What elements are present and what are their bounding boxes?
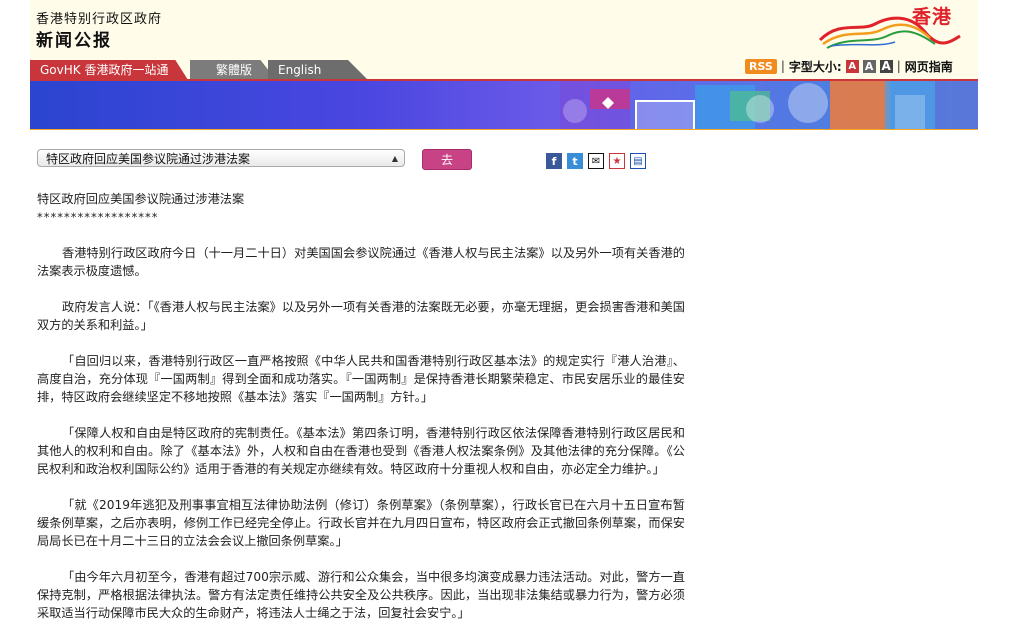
gov-name: 香港特别行政区政府 bbox=[36, 12, 163, 27]
select-value: 特区政府回应美国参议院通过涉港法案 bbox=[46, 152, 251, 166]
title-separator: ****************** bbox=[37, 210, 159, 224]
article-paragraph: 「由今年六月初至今，香港有超过700宗示威、游行和公众集会，当中很多均演变成暴力… bbox=[37, 570, 685, 620]
article-title: 特区政府回应美国参议院通过涉港法案 bbox=[37, 192, 245, 206]
banner-image bbox=[30, 81, 978, 130]
facebook-icon[interactable]: f bbox=[546, 153, 562, 169]
rss-button[interactable]: RSS bbox=[745, 58, 777, 74]
site-header: 香港特别行政区政府 新闻公报 香港 GovHK 香港政府一站通 繁體版 Engl… bbox=[0, 0, 1034, 130]
article-body: 特区政府回应美国参议院通过涉港法案 ****************** 香港特… bbox=[37, 190, 685, 640]
share-toolbar: f t ✉ ★ ▤ bbox=[546, 153, 646, 169]
font-small-button[interactable]: A bbox=[845, 59, 859, 73]
chevron-updown-icon: ▲ bbox=[391, 154, 398, 163]
print-icon[interactable]: ▤ bbox=[630, 153, 646, 169]
site-title[interactable]: 新闻公报 bbox=[36, 26, 112, 51]
site-guide-link[interactable]: 网页指南 bbox=[905, 58, 953, 75]
font-large-button[interactable]: A bbox=[879, 59, 893, 73]
banner-graphic bbox=[560, 81, 935, 130]
separator: | bbox=[896, 59, 901, 73]
font-size-label: 字型大小: bbox=[788, 59, 842, 74]
email-icon[interactable]: ✉ bbox=[588, 153, 604, 169]
bookmark-icon[interactable]: ★ bbox=[609, 153, 625, 169]
article-paragraph: 「就《2019年逃犯及刑事事宜相互法律协助法例（修订）条例草案》（条例草案），行… bbox=[37, 498, 685, 548]
logo-text: 香港 bbox=[912, 6, 953, 28]
separator: | bbox=[780, 59, 785, 73]
article-paragraph: 「自回归以来，香港特别行政区一直严格按照《中华人民共和国香港特别行政区基本法》的… bbox=[37, 354, 685, 404]
tab-govhk[interactable]: GovHK 香港政府一站通 bbox=[30, 60, 188, 80]
article-paragraph: 香港特别行政区政府今日（十一月二十日）对美国国会参议院通过《香港人权与民主法案》… bbox=[37, 246, 685, 278]
press-release-select[interactable]: 特区政府回应美国参议院通过涉港法案 ▲ bbox=[37, 149, 405, 167]
go-button[interactable]: 去 bbox=[422, 149, 472, 170]
article-paragraph: 政府发言人说：「《香港人权与民主法案》以及另外一项有关香港的法案既无必要，亦毫无… bbox=[37, 300, 685, 332]
toolbar: RSS | 字型大小: A A A | 网页指南 bbox=[745, 58, 953, 74]
twitter-icon[interactable]: t bbox=[567, 153, 583, 169]
font-medium-button[interactable]: A bbox=[862, 59, 876, 73]
article-paragraph: 「保障人权和自由是特区政府的宪制责任。《基本法》第四条订明，香港特别行政区依法保… bbox=[37, 426, 685, 476]
banner-underline bbox=[30, 129, 978, 130]
